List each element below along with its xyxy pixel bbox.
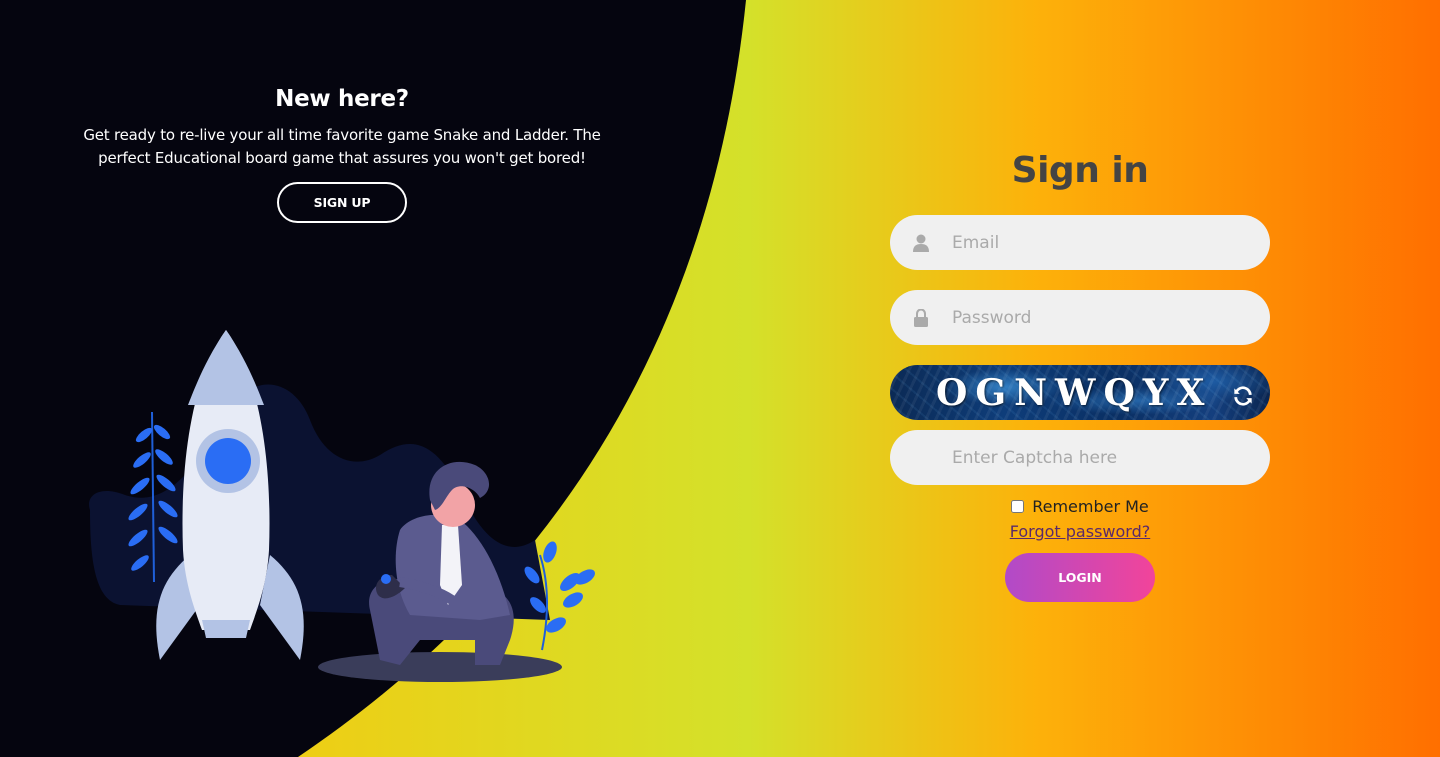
rocket-person-illustration: [89, 330, 595, 682]
forgot-password-link[interactable]: Forgot password?: [890, 522, 1270, 541]
remember-me-row: Remember Me: [890, 497, 1270, 516]
signin-title: Sign in: [1011, 150, 1149, 191]
password-input[interactable]: [952, 290, 1270, 345]
login-button[interactable]: LOGIN: [1005, 553, 1155, 602]
captcha-field: [890, 430, 1270, 485]
captcha-image: OGNWQYX: [890, 365, 1270, 420]
user-icon: [890, 234, 952, 252]
password-field: [890, 290, 1270, 345]
new-here-title: New here?: [275, 86, 409, 112]
remember-me-label: Remember Me: [1032, 497, 1149, 516]
signin-form: Sign in OGNWQYX Remember Me Forgot passw…: [890, 150, 1270, 602]
email-field: [890, 215, 1270, 270]
lock-icon: [890, 308, 952, 327]
remember-me-checkbox[interactable]: [1011, 500, 1025, 513]
promo-description: Get ready to re-live your all time favor…: [83, 126, 601, 167]
sign-up-button[interactable]: SIGN UP: [277, 182, 407, 223]
captcha-text: OGNWQYX: [936, 371, 1213, 414]
left-panel: New here? Get ready to re-live your all …: [72, 86, 612, 223]
refresh-icon[interactable]: [1230, 383, 1256, 413]
captcha-input[interactable]: [890, 430, 1270, 485]
email-input[interactable]: [952, 215, 1270, 270]
